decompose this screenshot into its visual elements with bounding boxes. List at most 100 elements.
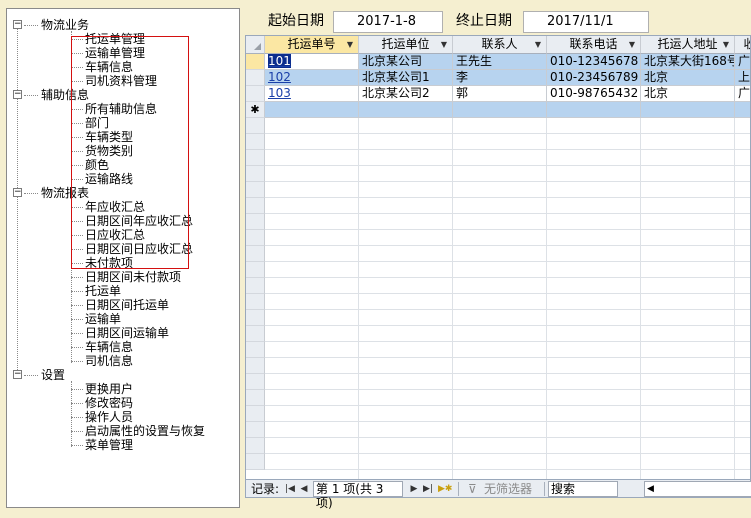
record-selector[interactable] (246, 150, 265, 166)
column-header[interactable]: 托运单号 ▼ (265, 36, 359, 54)
table-cell[interactable]: 102 (265, 70, 359, 86)
tree-item[interactable]: 日期区间年应收汇总 (85, 214, 193, 228)
table-cell[interactable]: 郭 (453, 86, 547, 102)
record-selector[interactable] (246, 374, 265, 390)
tree-group-auxiliary[interactable]: − 辅助信息 (13, 88, 133, 102)
record-selector[interactable] (246, 406, 265, 422)
record-position[interactable]: 第 1 项(共 3 项) (313, 481, 403, 510)
end-date-input[interactable]: 2017/11/1 (523, 11, 649, 33)
tree-item[interactable]: 车辆信息 (85, 340, 133, 354)
record-selector[interactable] (246, 166, 265, 182)
tree-item[interactable]: 日期区间运输单 (85, 326, 169, 340)
record-selector[interactable] (246, 262, 265, 278)
collapse-icon[interactable]: − (13, 20, 22, 29)
table-cell[interactable] (453, 102, 547, 118)
table-cell[interactable] (641, 102, 735, 118)
record-selector[interactable] (246, 422, 265, 438)
column-filter-dropdown-icon[interactable]: ▼ (629, 36, 635, 53)
record-selector[interactable] (246, 70, 265, 86)
tree-item[interactable]: 司机资料管理 (85, 74, 157, 88)
table-cell[interactable]: 010-12345678 (547, 54, 641, 70)
table-cell[interactable]: 广 (735, 54, 750, 70)
tree-group-logistics[interactable]: − 物流业务 (13, 18, 133, 32)
table-cell[interactable]: 广 (735, 86, 750, 102)
record-selector[interactable] (246, 358, 265, 374)
tree-item[interactable]: 车辆信息 (85, 60, 133, 74)
record-selector[interactable] (246, 438, 265, 454)
table-cell[interactable]: 王先生 (453, 54, 547, 70)
collapse-icon[interactable]: − (13, 188, 22, 197)
record-selector[interactable] (246, 134, 265, 150)
filter-icon[interactable]: ⊽ (468, 481, 477, 497)
tree-item[interactable]: 所有辅助信息 (85, 102, 157, 116)
record-selector[interactable] (246, 246, 265, 262)
column-header[interactable]: 联系电话 ▼ (547, 36, 641, 54)
new-record-icon[interactable]: ✱ (246, 102, 265, 118)
table-cell[interactable]: 北京 (641, 70, 735, 86)
record-selector[interactable] (246, 182, 265, 198)
table-cell[interactable]: 北京 (641, 86, 735, 102)
record-selector[interactable] (246, 310, 265, 326)
tree-item[interactable]: 运输单 (85, 312, 121, 326)
collapse-icon[interactable]: − (13, 90, 22, 99)
record-selector[interactable] (246, 278, 265, 294)
filter-status[interactable]: 无筛选器 (484, 481, 532, 497)
record-selector[interactable] (246, 230, 265, 246)
table-cell[interactable]: 010-23456789 (547, 70, 641, 86)
tree-item[interactable]: 菜单管理 (85, 438, 133, 452)
tree-item[interactable]: 启动属性的设置与恢复 (85, 424, 205, 438)
table-cell[interactable]: 北京某公司2 (359, 86, 453, 102)
start-date-input[interactable]: 2017-1-8 (333, 11, 443, 33)
record-selector[interactable] (246, 118, 265, 134)
tree-item[interactable]: 货物类别 (85, 144, 133, 158)
tree-item[interactable]: 运输路线 (85, 172, 133, 186)
tree-item[interactable]: 运输单管理 (85, 46, 145, 60)
table-cell[interactable] (265, 102, 359, 118)
tree-item[interactable]: 日应收汇总 (85, 228, 145, 242)
tree-item[interactable]: 日期区间托运单 (85, 298, 169, 312)
record-selector[interactable] (246, 214, 265, 230)
tree-item[interactable]: 部门 (85, 116, 109, 130)
column-header[interactable]: 收 (735, 36, 750, 54)
tree-item[interactable]: 未付款项 (85, 256, 133, 270)
tree-item[interactable]: 托运单管理 (85, 32, 145, 46)
table-cell[interactable]: 010-98765432 (547, 86, 641, 102)
datasheet[interactable]: 托运单号 ▼ 托运单位 ▼ 联系人 ▼ 联系电话 ▼ 托运人地址 ▼ 收 101 北京某公司 王先生 010… (245, 35, 751, 498)
search-input[interactable]: 搜索 (548, 481, 618, 497)
table-cell[interactable]: 上 (735, 70, 750, 86)
tree-group-reports[interactable]: − 物流报表 (13, 186, 133, 200)
tree-item[interactable]: 车辆类型 (85, 130, 133, 144)
select-all-corner[interactable] (246, 36, 265, 54)
column-filter-dropdown-icon[interactable]: ▼ (347, 36, 353, 53)
collapse-icon[interactable]: − (13, 370, 22, 379)
record-selector[interactable] (246, 198, 265, 214)
tree-group-settings[interactable]: − 设置 (13, 368, 133, 382)
table-cell[interactable]: 北京某公司 (359, 54, 453, 70)
record-selector[interactable] (246, 54, 265, 70)
column-header[interactable]: 联系人 ▼ (453, 36, 547, 54)
column-filter-dropdown-icon[interactable]: ▼ (535, 36, 541, 53)
table-cell[interactable]: 北京某大街168号 (641, 54, 735, 70)
tree-item[interactable]: 更换用户 (85, 382, 133, 396)
tree-item[interactable]: 年应收汇总 (85, 200, 145, 214)
column-filter-dropdown-icon[interactable]: ▼ (723, 36, 729, 53)
tree-item[interactable]: 修改密码 (85, 396, 133, 410)
column-header[interactable]: 托运单位 ▼ (359, 36, 453, 54)
table-cell[interactable]: 101 (265, 54, 359, 70)
prev-record-icon[interactable]: ◀ (298, 481, 310, 497)
table-cell[interactable]: 103 (265, 86, 359, 102)
record-selector[interactable] (246, 342, 265, 358)
last-record-icon[interactable]: ▶| (422, 481, 434, 497)
tree-item[interactable]: 司机信息 (85, 354, 133, 368)
horizontal-scrollbar[interactable]: ◀ (644, 481, 751, 497)
scroll-left-icon[interactable]: ◀ (647, 482, 654, 496)
tree-item[interactable]: 日期区间日应收汇总 (85, 242, 193, 256)
tree-item[interactable]: 操作人员 (85, 410, 133, 424)
record-selector[interactable] (246, 454, 265, 470)
column-filter-dropdown-icon[interactable]: ▼ (441, 36, 447, 53)
column-header[interactable]: 托运人地址 ▼ (641, 36, 735, 54)
record-selector[interactable] (246, 326, 265, 342)
table-cell[interactable] (547, 102, 641, 118)
tree-item[interactable]: 日期区间未付款项 (85, 270, 181, 284)
record-selector[interactable] (246, 294, 265, 310)
